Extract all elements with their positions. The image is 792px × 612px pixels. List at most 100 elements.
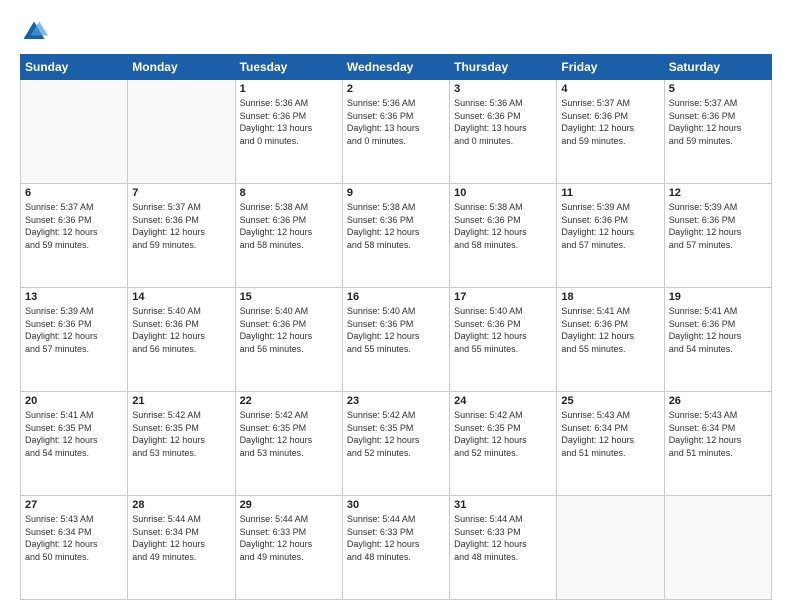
day-info: Sunrise: 5:40 AMSunset: 6:36 PMDaylight:… — [347, 305, 445, 355]
day-info: Sunrise: 5:40 AMSunset: 6:36 PMDaylight:… — [240, 305, 338, 355]
day-number: 2 — [347, 83, 445, 95]
day-number: 6 — [25, 187, 123, 199]
day-header-monday: Monday — [128, 55, 235, 80]
day-number: 13 — [25, 291, 123, 303]
calendar-cell: 21 Sunrise: 5:42 AMSunset: 6:35 PMDayligh… — [128, 392, 235, 496]
day-header-friday: Friday — [557, 55, 664, 80]
calendar-cell: 20 Sunrise: 5:41 AMSunset: 6:35 PMDayligh… — [21, 392, 128, 496]
week-row-1: 1Sunrise: 5:36 AMSunset: 6:36 PMDaylight… — [21, 80, 772, 184]
day-info: Sunrise: 5:44 AMSunset: 6:34 PMDaylight:… — [132, 513, 230, 563]
header-row: SundayMondayTuesdayWednesdayThursdayFrid… — [21, 55, 772, 80]
day-info: Sunrise: 5:42 AMSunset: 6:35 PMDaylight:… — [132, 409, 230, 459]
day-header-thursday: Thursday — [450, 55, 557, 80]
calendar-cell: 10Sunrise: 5:38 AMSunset: 6:36 PMDayligh… — [450, 184, 557, 288]
day-info: Sunrise: 5:39 AMSunset: 6:36 PMDaylight:… — [561, 201, 659, 251]
day-number: 18 — [561, 291, 659, 303]
day-info: Sunrise: 5:43 AMSunset: 6:34 PMDaylight:… — [669, 409, 767, 459]
day-info: Sunrise: 5:37 AMSunset: 6:36 PMDaylight:… — [561, 97, 659, 147]
day-info: Sunrise: 5:37 AMSunset: 6:36 PMDaylight:… — [669, 97, 767, 147]
day-number: 22 — [240, 395, 338, 407]
day-header-tuesday: Tuesday — [235, 55, 342, 80]
day-number: 10 — [454, 187, 552, 199]
page: SundayMondayTuesdayWednesdayThursdayFrid… — [0, 0, 792, 612]
week-row-2: 6 Sunrise: 5:37 AMSunset: 6:36 PMDaylight… — [21, 184, 772, 288]
day-info: Sunrise: 5:37 AMSunset: 6:36 PMDaylight:… — [25, 201, 123, 251]
calendar-cell: 30 Sunrise: 5:44 AMSunset: 6:33 PMDayligh… — [342, 496, 449, 600]
calendar-cell: 31Sunrise: 5:44 AMSunset: 6:33 PMDayligh… — [450, 496, 557, 600]
calendar-cell: 11Sunrise: 5:39 AMSunset: 6:36 PMDayligh… — [557, 184, 664, 288]
day-number: 5 — [669, 83, 767, 95]
calendar-cell: 9 Sunrise: 5:38 AMSunset: 6:36 PMDaylight… — [342, 184, 449, 288]
week-row-5: 27 Sunrise: 5:43 AMSunset: 6:34 PMDayligh… — [21, 496, 772, 600]
day-info: Sunrise: 5:44 AMSunset: 6:33 PMDaylight:… — [240, 513, 338, 563]
calendar-cell: 23 Sunrise: 5:42 AMSunset: 6:35 PMDayligh… — [342, 392, 449, 496]
calendar-cell: 29 Sunrise: 5:44 AMSunset: 6:33 PMDayligh… — [235, 496, 342, 600]
calendar-header: SundayMondayTuesdayWednesdayThursdayFrid… — [21, 55, 772, 80]
day-info: Sunrise: 5:37 AMSunset: 6:36 PMDaylight:… — [132, 201, 230, 251]
calendar-cell: 22 Sunrise: 5:42 AMSunset: 6:35 PMDayligh… — [235, 392, 342, 496]
calendar-cell: 6 Sunrise: 5:37 AMSunset: 6:36 PMDaylight… — [21, 184, 128, 288]
day-info: Sunrise: 5:38 AMSunset: 6:36 PMDaylight:… — [347, 201, 445, 251]
calendar-cell — [664, 496, 771, 600]
day-number: 23 — [347, 395, 445, 407]
calendar-cell: 4 Sunrise: 5:37 AMSunset: 6:36 PMDaylight… — [557, 80, 664, 184]
day-info: Sunrise: 5:40 AMSunset: 6:36 PMDaylight:… — [454, 305, 552, 355]
day-number: 26 — [669, 395, 767, 407]
day-number: 24 — [454, 395, 552, 407]
day-number: 19 — [669, 291, 767, 303]
day-number: 8 — [240, 187, 338, 199]
calendar-cell: 15 Sunrise: 5:40 AMSunset: 6:36 PMDayligh… — [235, 288, 342, 392]
day-info: Sunrise: 5:43 AMSunset: 6:34 PMDaylight:… — [561, 409, 659, 459]
day-header-wednesday: Wednesday — [342, 55, 449, 80]
day-number: 14 — [132, 291, 230, 303]
day-number: 28 — [132, 499, 230, 511]
day-info: Sunrise: 5:42 AMSunset: 6:35 PMDaylight:… — [347, 409, 445, 459]
day-info: Sunrise: 5:39 AMSunset: 6:36 PMDaylight:… — [25, 305, 123, 355]
calendar-cell: 12 Sunrise: 5:39 AMSunset: 6:36 PMDayligh… — [664, 184, 771, 288]
calendar-cell: 7 Sunrise: 5:37 AMSunset: 6:36 PMDaylight… — [128, 184, 235, 288]
day-number: 15 — [240, 291, 338, 303]
day-number: 21 — [132, 395, 230, 407]
calendar-cell: 14Sunrise: 5:40 AMSunset: 6:36 PMDayligh… — [128, 288, 235, 392]
calendar-cell — [21, 80, 128, 184]
day-info: Sunrise: 5:36 AMSunset: 6:36 PMDaylight:… — [347, 97, 445, 147]
calendar-cell: 13 Sunrise: 5:39 AMSunset: 6:36 PMDayligh… — [21, 288, 128, 392]
calendar-cell: 5 Sunrise: 5:37 AMSunset: 6:36 PMDaylight… — [664, 80, 771, 184]
calendar: SundayMondayTuesdayWednesdayThursdayFrid… — [20, 54, 772, 600]
day-info: Sunrise: 5:41 AMSunset: 6:35 PMDaylight:… — [25, 409, 123, 459]
week-row-3: 13 Sunrise: 5:39 AMSunset: 6:36 PMDayligh… — [21, 288, 772, 392]
logo — [20, 18, 52, 46]
day-number: 31 — [454, 499, 552, 511]
day-number: 30 — [347, 499, 445, 511]
day-number: 7 — [132, 187, 230, 199]
calendar-cell: 28 Sunrise: 5:44 AMSunset: 6:34 PMDayligh… — [128, 496, 235, 600]
day-info: Sunrise: 5:39 AMSunset: 6:36 PMDaylight:… — [669, 201, 767, 251]
calendar-cell: 3Sunrise: 5:36 AMSunset: 6:36 PMDaylight… — [450, 80, 557, 184]
day-number: 12 — [669, 187, 767, 199]
calendar-cell: 27 Sunrise: 5:43 AMSunset: 6:34 PMDayligh… — [21, 496, 128, 600]
day-number: 29 — [240, 499, 338, 511]
day-info: Sunrise: 5:36 AMSunset: 6:36 PMDaylight:… — [240, 97, 338, 147]
day-header-saturday: Saturday — [664, 55, 771, 80]
day-number: 20 — [25, 395, 123, 407]
calendar-cell: 2 Sunrise: 5:36 AMSunset: 6:36 PMDaylight… — [342, 80, 449, 184]
day-info: Sunrise: 5:41 AMSunset: 6:36 PMDaylight:… — [561, 305, 659, 355]
day-header-sunday: Sunday — [21, 55, 128, 80]
logo-icon — [20, 18, 48, 46]
day-info: Sunrise: 5:41 AMSunset: 6:36 PMDaylight:… — [669, 305, 767, 355]
day-info: Sunrise: 5:42 AMSunset: 6:35 PMDaylight:… — [454, 409, 552, 459]
day-info: Sunrise: 5:42 AMSunset: 6:35 PMDaylight:… — [240, 409, 338, 459]
day-number: 27 — [25, 499, 123, 511]
day-number: 3 — [454, 83, 552, 95]
calendar-cell: 25Sunrise: 5:43 AMSunset: 6:34 PMDayligh… — [557, 392, 664, 496]
calendar-cell — [557, 496, 664, 600]
week-row-4: 20 Sunrise: 5:41 AMSunset: 6:35 PMDayligh… — [21, 392, 772, 496]
calendar-body: 1Sunrise: 5:36 AMSunset: 6:36 PMDaylight… — [21, 80, 772, 600]
day-info: Sunrise: 5:44 AMSunset: 6:33 PMDaylight:… — [347, 513, 445, 563]
calendar-cell — [128, 80, 235, 184]
day-number: 4 — [561, 83, 659, 95]
calendar-cell: 17Sunrise: 5:40 AMSunset: 6:36 PMDayligh… — [450, 288, 557, 392]
day-info: Sunrise: 5:43 AMSunset: 6:34 PMDaylight:… — [25, 513, 123, 563]
day-number: 16 — [347, 291, 445, 303]
day-number: 9 — [347, 187, 445, 199]
